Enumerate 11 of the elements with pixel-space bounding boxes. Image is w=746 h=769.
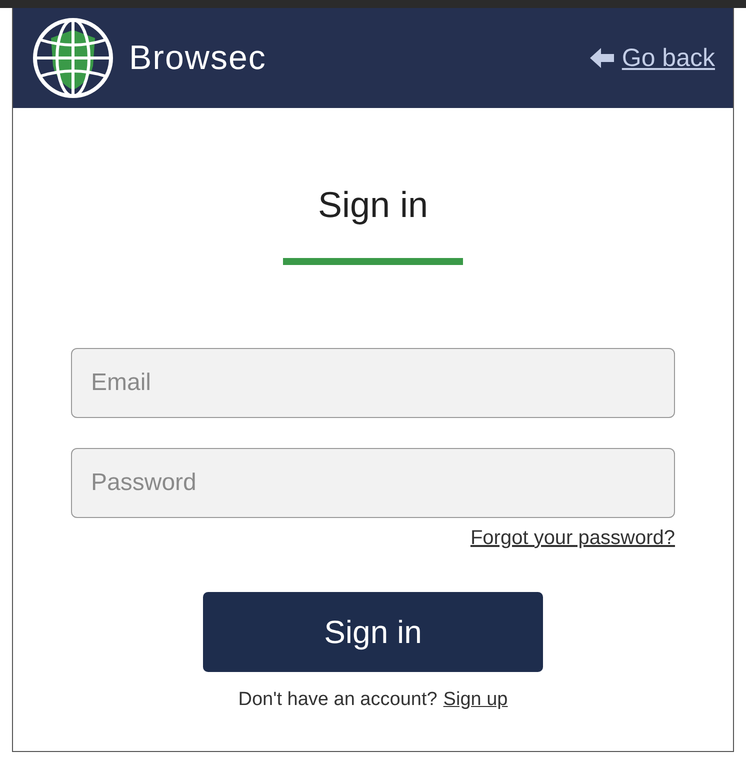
input-field[interactable]: Password [71,448,675,518]
sign-in-button[interactable]: Sign in [203,592,543,672]
sign-up-link[interactable]: Sign up [443,689,508,711]
forgot-password-link[interactable]: Forgot your password? [470,527,675,550]
input-field[interactable]: Email [71,348,675,418]
app-title: Browsec [129,38,268,78]
go-back-link[interactable]: Go back [622,44,715,72]
globe-shield-logo-icon [31,16,115,100]
sign-in-heading: Sign in [318,184,428,226]
no-account-text: Don't have an account? [238,689,438,711]
arrow-left-icon [590,48,614,68]
